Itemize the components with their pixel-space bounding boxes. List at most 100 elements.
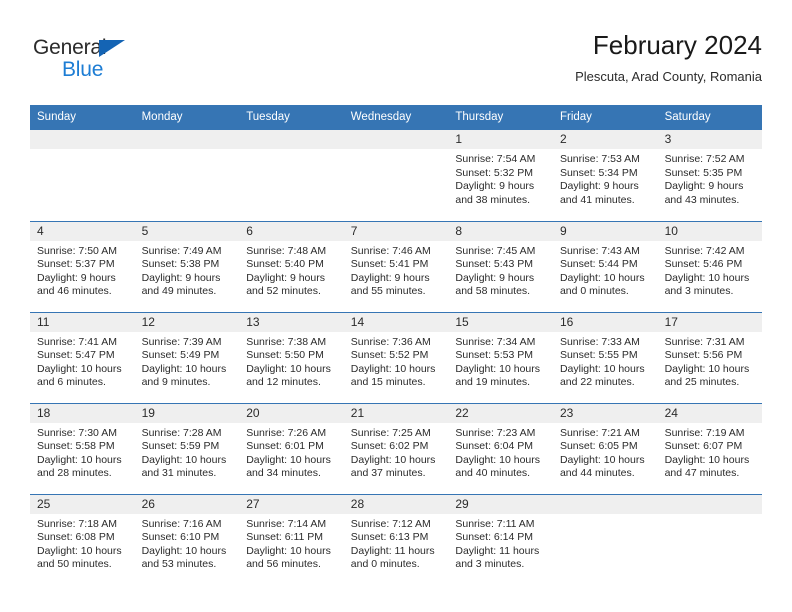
calendar-day-cell[interactable]: 5 Sunrise: 7:49 AM Sunset: 5:38 PM Daylight… [134,220,240,312]
sunrise-text: Sunrise: 7:48 AM [246,244,327,257]
calendar-day-cell[interactable]: 7 Sunrise: 7:46 AM Sunset: 5:41 PM Daylight… [343,220,449,312]
calendar-day-cell[interactable]: 22 Sunrise: 7:23 AM Sunset: 6:04 PM Dayligh… [448,402,553,494]
day-number: 24 [657,403,763,423]
calendar-day-cell[interactable]: 9 Sunrise: 7:43 AM Sunset: 5:44 PM Daylight… [552,220,658,312]
day-sun-info: Sunrise: 7:28 AM Sunset: 5:59 PM Daylight:… [135,423,240,481]
day-number: 15 [448,312,553,332]
calendar-day-cell[interactable]: 12 Sunrise: 7:39 AM Sunset: 5:49 PM Dayligh… [134,311,240,403]
sunset-text: Sunset: 5:59 PM [141,440,220,453]
calendar-day-cell[interactable]: 14 Sunrise: 7:36 AM Sunset: 5:52 PM Dayligh… [343,311,449,403]
calendar-day-cell[interactable]: 15 Sunrise: 7:34 AM Sunset: 5:53 PM Dayligh… [448,311,553,403]
triangle-logo-icon [99,40,125,57]
calendar-day-cell[interactable]: 26 Sunrise: 7:16 AM Sunset: 6:10 PM Dayligh… [134,493,240,585]
day-number: 26 [134,494,240,514]
day-number: 9 [552,221,658,241]
calendar-day-cell[interactable]: 25 Sunrise: 7:18 AM Sunset: 6:08 PM Dayligh… [30,493,135,585]
daylight-text: Daylight: 9 hours [141,271,221,284]
daylight-text-cont: and 52 minutes. [246,285,321,298]
daylight-text: Daylight: 10 hours [664,453,750,466]
daylight-text-cont: and 31 minutes. [141,467,217,480]
sunset-text: Sunset: 6:08 PM [37,531,115,544]
calendar-day-cell[interactable]: 29 Sunrise: 7:11 AM Sunset: 6:14 PM Dayligh… [448,493,553,585]
calendar-day-cell[interactable]: 16 Sunrise: 7:33 AM Sunset: 5:55 PM Dayligh… [552,311,658,403]
day-sun-info [553,514,658,518]
brand-logo[interactable]: General Blue [33,36,213,88]
sunrise-text: Sunrise: 7:39 AM [141,335,222,348]
calendar-day-cell[interactable]: 2 Sunrise: 7:53 AM Sunset: 5:34 PM Daylight… [552,130,658,221]
calendar-week-row: 18 Sunrise: 7:30 AM Sunset: 5:58 PM Dayligh… [30,402,763,494]
daylight-text-cont: and 0 minutes. [350,558,420,571]
daylight-text: Daylight: 10 hours [37,544,122,557]
day-number: 16 [552,312,658,332]
daylight-text-cont: and 58 minutes. [455,285,531,298]
day-sun-info: Sunrise: 7:16 AM Sunset: 6:10 PM Daylight:… [135,514,240,572]
daylight-text: Daylight: 9 hours [37,271,116,284]
calendar-day-cell[interactable]: 10 Sunrise: 7:42 AM Sunset: 5:46 PM Dayligh… [657,220,763,312]
daylight-text-cont: and 49 minutes. [141,285,217,298]
daylight-text: Daylight: 9 hours [455,180,535,193]
calendar-day-cell[interactable]: 18 Sunrise: 7:30 AM Sunset: 5:58 PM Dayligh… [30,402,135,494]
calendar-day-cell[interactable]: 11 Sunrise: 7:41 AM Sunset: 5:47 PM Dayligh… [30,311,135,403]
day-number: 10 [657,221,763,241]
daylight-text: Daylight: 10 hours [141,544,227,557]
brand-name-blue: Blue [62,58,104,81]
day-sun-info: Sunrise: 7:42 AM Sunset: 5:46 PM Daylight:… [658,241,763,299]
day-sun-info: Sunrise: 7:25 AM Sunset: 6:02 PM Daylight:… [344,423,449,481]
calendar-day-cell[interactable]: 8 Sunrise: 7:45 AM Sunset: 5:43 PM Daylight… [448,220,553,312]
day-number: 28 [343,494,449,514]
calendar-day-cell[interactable]: 4 Sunrise: 7:50 AM Sunset: 5:37 PM Daylight… [30,220,135,312]
sunset-text: Sunset: 5:50 PM [246,349,324,362]
sunrise-text: Sunrise: 7:53 AM [559,153,640,165]
day-sun-info [239,149,344,153]
sunrise-text: Sunrise: 7:21 AM [559,426,640,439]
day-number [134,130,240,149]
daylight-text-cont: and 40 minutes. [455,467,531,480]
sunset-text: Sunset: 5:40 PM [246,258,324,271]
weekday-header-friday: Friday [552,105,658,130]
daylight-text-cont: and 47 minutes. [664,467,740,480]
day-sun-info: Sunrise: 7:23 AM Sunset: 6:04 PM Daylight:… [448,423,553,481]
sunrise-text: Sunrise: 7:19 AM [664,426,745,439]
day-sun-info: Sunrise: 7:33 AM Sunset: 5:55 PM Daylight:… [553,332,658,390]
calendar-day-cell[interactable]: 17 Sunrise: 7:31 AM Sunset: 5:56 PM Dayligh… [657,311,763,403]
day-sun-info [344,149,449,153]
calendar-day-cell[interactable]: 13 Sunrise: 7:38 AM Sunset: 5:50 PM Dayligh… [239,311,344,403]
sunset-text: Sunset: 5:35 PM [664,166,743,179]
sunset-text: Sunset: 6:13 PM [350,531,429,544]
calendar-day-cell[interactable]: 28 Sunrise: 7:12 AM Sunset: 6:13 PM Dayligh… [343,493,449,585]
calendar-day-cell[interactable]: 20 Sunrise: 7:26 AM Sunset: 6:01 PM Dayligh… [239,402,344,494]
sunset-text: Sunset: 5:56 PM [664,349,743,362]
daylight-text-cont: and 25 minutes. [664,376,740,389]
day-sun-info: Sunrise: 7:30 AM Sunset: 5:58 PM Daylight:… [30,423,135,481]
sunrise-text: Sunrise: 7:11 AM [455,517,535,530]
calendar-week-row: 1 Sunrise: 7:54 AM Sunset: 5:32 PM Daylight… [30,130,763,221]
day-number: 18 [30,403,135,423]
calendar-day-cell[interactable]: 23 Sunrise: 7:21 AM Sunset: 6:05 PM Dayligh… [552,402,658,494]
sunrise-text: Sunrise: 7:38 AM [246,335,327,348]
daylight-text-cont: and 44 minutes. [559,467,635,480]
brand-logo-top: General [33,36,213,60]
day-number: 3 [657,130,763,149]
weekday-header-row: Sunday Monday Tuesday Wednesday Thursday… [30,105,763,130]
weekday-header-sunday: Sunday [30,105,135,130]
page-header: General Blue February 2024 Plescuta, Ara… [30,28,762,98]
day-number: 2 [552,130,658,149]
calendar-day-cell[interactable]: 27 Sunrise: 7:14 AM Sunset: 6:11 PM Dayligh… [239,493,344,585]
day-number: 20 [239,403,344,423]
calendar-day-cell[interactable]: 6 Sunrise: 7:48 AM Sunset: 5:40 PM Daylight… [239,220,344,312]
daylight-text-cont: and 50 minutes. [37,558,112,571]
calendar-day-cell[interactable]: 1 Sunrise: 7:54 AM Sunset: 5:32 PM Daylight… [448,130,553,221]
sunset-text: Sunset: 6:11 PM [246,531,324,544]
daylight-text: Daylight: 10 hours [559,453,645,466]
day-sun-info: Sunrise: 7:41 AM Sunset: 5:47 PM Daylight:… [30,332,135,390]
calendar-day-cell-empty [30,130,135,221]
sunrise-text: Sunrise: 7:50 AM [37,244,117,257]
calendar-day-cell[interactable]: 21 Sunrise: 7:25 AM Sunset: 6:02 PM Dayligh… [343,402,449,494]
day-number: 6 [239,221,344,241]
calendar-day-cell[interactable]: 3 Sunrise: 7:52 AM Sunset: 5:35 PM Daylight… [657,130,763,221]
day-sun-info: Sunrise: 7:21 AM Sunset: 6:05 PM Daylight:… [553,423,658,481]
calendar-day-cell[interactable]: 19 Sunrise: 7:28 AM Sunset: 5:59 PM Dayligh… [134,402,240,494]
sunrise-text: Sunrise: 7:54 AM [455,153,536,165]
day-sun-info: Sunrise: 7:26 AM Sunset: 6:01 PM Daylight:… [239,423,344,481]
calendar-day-cell[interactable]: 24 Sunrise: 7:19 AM Sunset: 6:07 PM Dayligh… [657,402,763,494]
